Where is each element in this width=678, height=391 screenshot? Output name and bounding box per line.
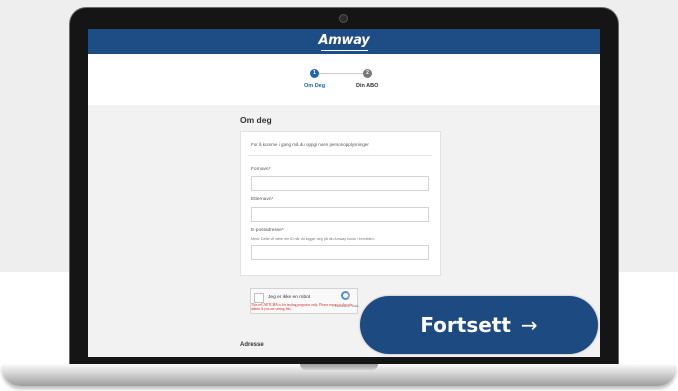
recaptcha-label: Jeg er ikke en robot [268, 295, 311, 300]
amway-logo[interactable]: Amway [88, 33, 600, 48]
intro-text: For å komme i gang må du oppgi noen pers… [251, 142, 369, 147]
site-header: Amway [88, 29, 600, 54]
continue-button-label: Fortsett [420, 313, 511, 337]
step-connector [319, 73, 363, 74]
step-1-indicator: 1 [310, 69, 319, 78]
email-input[interactable] [251, 245, 429, 260]
laptop-notch [300, 364, 378, 370]
arrow-right-icon: → [520, 313, 538, 337]
continue-button[interactable]: Fortsett → [360, 296, 598, 354]
section-title: Om deg [240, 115, 272, 125]
recaptcha-logo-icon [341, 291, 350, 300]
card-divider [248, 155, 432, 156]
camera-icon [339, 14, 348, 23]
recaptcha-warning: This reCAPTCHA is for testing purposes o… [251, 303, 353, 312]
step-2-indicator: 2 [363, 69, 372, 78]
step-2-label: Din ABO [356, 83, 379, 89]
first-name-label: Fornavn* [251, 167, 271, 172]
logo-underline [321, 50, 368, 51]
first-name-input[interactable] [251, 176, 429, 191]
email-hint: Merk: Dette vil være din ID når du logge… [251, 237, 375, 241]
address-section-title: Adresse [240, 342, 264, 348]
email-label: E-postadresse* [251, 228, 284, 233]
recaptcha-checkbox[interactable] [254, 293, 264, 303]
step-1-label: Om Deg [304, 83, 326, 89]
last-name-label: Etternavn* [251, 197, 274, 202]
last-name-input[interactable] [251, 207, 429, 222]
